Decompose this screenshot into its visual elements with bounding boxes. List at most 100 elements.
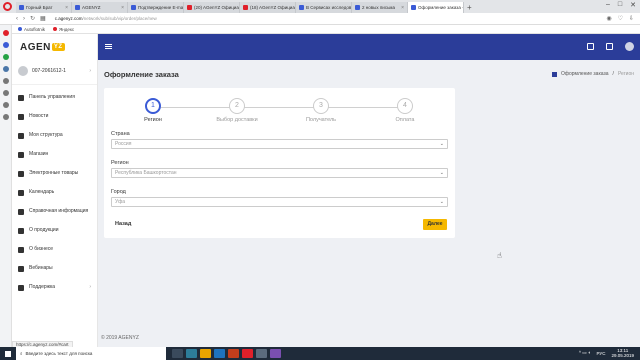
photoshop-icon[interactable] [186,349,197,358]
tray-icons[interactable]: ^ ▭ ◖ [579,350,591,356]
country-select[interactable]: Россия ⌄ [111,139,448,149]
browser-tab[interactable]: Подтверждение E-mail× [128,2,184,13]
url-path: /network/sub/sub/vip/order/place/new [82,16,157,21]
tab-close-icon[interactable]: × [401,5,404,11]
agenyz-logo[interactable]: AGEN YZ [12,34,97,60]
step-payment[interactable]: 4 Оплата [365,98,445,123]
sidebar-item-label: Магазин [29,151,49,157]
bookmark-label: Яндекс [59,26,75,32]
history-icon[interactable] [2,78,9,84]
top-navbar [98,34,640,60]
region-label: Регион [111,160,129,166]
shop-icon [18,151,24,158]
headset-icon[interactable] [587,43,594,50]
heart-icon[interactable] [2,114,9,120]
opera-home-icon[interactable] [2,30,9,36]
home-icon[interactable] [551,71,557,77]
city-select[interactable]: Уфа ⌄ [111,197,448,207]
speed-dial-icon[interactable]: ▦ [40,15,46,22]
browser-tab[interactable]: AGENYZ × [72,2,128,13]
windows-start-icon[interactable] [0,347,16,360]
news-icon [18,113,24,120]
breadcrumb-separator: / [612,71,614,77]
clock-icon[interactable] [2,102,9,108]
tab-favicon-icon [19,5,24,10]
opera-logo-icon[interactable] [3,2,12,11]
user-avatar[interactable] [625,42,634,51]
forward-nav-icon[interactable]: › [23,16,25,22]
taskbar-search[interactable]: ⌕ Введите здесь текст для поиска [16,347,166,360]
region-select[interactable]: Республика Башкортостан ⌄ [111,168,448,178]
user-id: 007-2061612-1 [32,68,66,74]
browser-tab[interactable]: 2 новых письма × [352,2,408,13]
breadcrumb-current: Регион [617,71,634,77]
tab-close-icon[interactable]: × [121,5,124,11]
download-icon [18,170,24,177]
word-icon[interactable] [214,349,225,358]
back-button[interactable]: Назад [115,221,131,227]
sidebar-item[interactable]: О продукции [12,222,97,241]
sidebar-item[interactable]: Новости [12,108,97,127]
sidebar-item[interactable]: О бизнесе [12,241,97,260]
sidebar-item-label: Моя структура [29,132,63,138]
reload-icon[interactable]: ↻ [30,15,35,22]
browser-tab[interactable]: В Сервисах исследовар× [296,2,352,13]
step-recipient[interactable]: 3 Получатель [281,98,361,123]
vk-icon[interactable] [2,66,9,72]
sidebar-item[interactable]: Панель управления [12,89,97,108]
maximize-icon[interactable]: □ [618,1,622,9]
tab-title: Подтверждение E-mail [138,5,184,10]
tab-title: Оформление заказа - AGE [418,5,464,10]
camera-icon[interactable]: ◉ [606,15,611,22]
browser-tab[interactable]: Оформление заказа - AGE× [408,2,464,13]
search-icon: ⌕ [20,351,23,356]
user-panel[interactable]: 007-2061612-1 › [12,60,97,85]
top-navbar-tools [587,42,634,51]
chevron-right-icon: › [89,284,91,290]
browser-tab[interactable]: Горный Брат × [16,2,72,13]
bookmark-heart-icon[interactable]: ♡ [618,15,623,22]
breadcrumb-parent[interactable]: Оформление заказа [561,71,609,77]
sidebar-item[interactable]: Справочная информация [12,203,97,222]
clock[interactable]: 13:11 29.05.2019 [611,348,634,358]
minimize-icon[interactable]: – [606,1,610,9]
messenger-icon[interactable] [2,42,9,48]
next-button[interactable]: Далее [423,219,447,230]
send-icon[interactable] [2,90,9,96]
sidebar-item-label: Электронные товары [29,170,79,176]
cart-icon[interactable] [606,43,613,50]
app-icon[interactable] [270,349,281,358]
tab-close-icon[interactable]: × [65,5,68,11]
browser-tab[interactable]: (18) AGenYZ Официальны× [240,2,296,13]
sidebar-item[interactable]: Электронные товары [12,165,97,184]
browser-tab[interactable]: (20) AGenYZ Официальны× [184,2,240,13]
opera-taskbar-icon[interactable] [242,349,253,358]
task-view-icon[interactable] [172,349,183,358]
whatsapp-icon[interactable] [2,54,9,60]
powerpoint-icon[interactable] [228,349,239,358]
explorer-icon[interactable] [200,349,211,358]
url-field[interactable]: c.agenyz.com/network/sub/sub/vip/order/p… [55,16,157,21]
puzzle-icon [18,227,24,234]
hamburger-menu-icon[interactable] [105,44,112,49]
tab-favicon-icon [131,5,136,10]
app-icon[interactable] [256,349,267,358]
sidebar-item[interactable]: Календарь [12,184,97,203]
bookmark-item[interactable]: Яндекс [53,27,74,32]
city-label: Город [111,189,126,195]
tab-favicon-icon [411,5,416,10]
back-nav-icon[interactable]: ‹ [16,16,18,22]
region-value: Республика Башкортостан [115,170,177,176]
sidebar-item[interactable]: Магазин [12,146,97,165]
new-tab-button[interactable]: + [467,2,472,13]
sidebar-item[interactable]: Вебинары [12,260,97,279]
bookmark-item[interactable]: Autoflotnik [18,27,45,32]
close-window-icon[interactable]: ✕ [630,1,636,9]
opera-sidebar [0,25,12,347]
language-indicator[interactable]: РУС [596,351,605,356]
sidebar-item[interactable]: Моя структура [12,127,97,146]
step-region[interactable]: 1 Регион [113,98,193,123]
sidebar-item[interactable]: Поддержка › [12,279,97,298]
step-delivery[interactable]: 2 Выбор доставки [197,98,277,123]
download-arrow-icon[interactable]: ⇩ [629,15,634,22]
